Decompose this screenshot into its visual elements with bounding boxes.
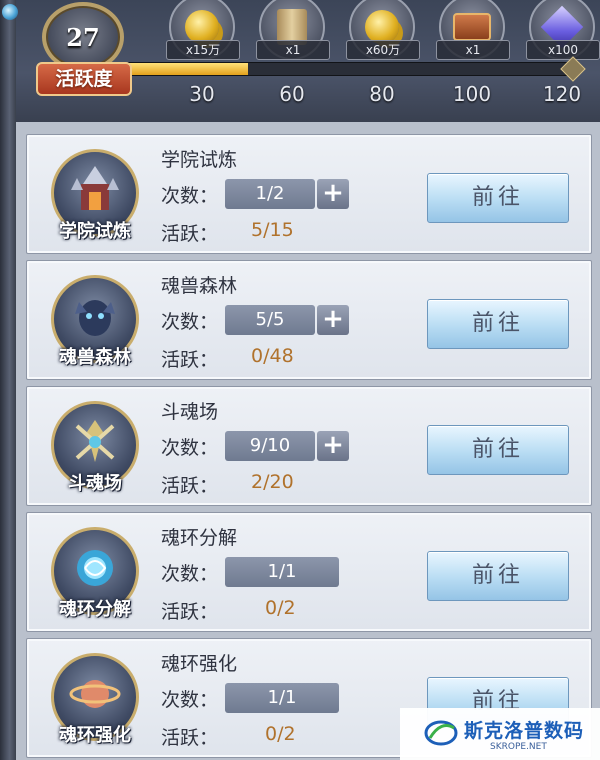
go-button[interactable]: 前往: [427, 425, 569, 475]
activity-value: 5/15: [251, 219, 294, 241]
count-value: 1/2: [225, 179, 315, 209]
add-count-button[interactable]: +: [317, 431, 349, 461]
task-card-soul-beast-forest: 魂兽森林 魂兽森林 次数： 5/5 + 活跃： 0/48 前往: [26, 260, 592, 380]
watermark-title: 斯克洛普数码: [464, 720, 585, 742]
count-label: 次数：: [161, 437, 219, 459]
add-count-button[interactable]: +: [317, 305, 349, 335]
task-title: 斗魂场: [161, 401, 219, 423]
activity-value: 0/2: [265, 597, 296, 619]
corner-orb-icon: [2, 4, 18, 20]
count-label: 次数：: [161, 185, 219, 207]
crossed-swords-icon: [75, 419, 115, 462]
task-card-soul-ring-decompose: 魂环分解 魂环分解 次数： 1/1 活跃： 0/2 前往: [26, 512, 592, 632]
reward-quantity: x15万: [166, 40, 240, 60]
daily-task-list[interactable]: 学院试炼 学院试炼 次数： 1/2 + 活跃： 5/15 前往 魂兽森林 魂兽森…: [16, 122, 600, 760]
ringed-orb-icon: [69, 679, 121, 708]
activity-level-number: 27: [66, 22, 100, 52]
activity-progress-bar: [128, 62, 576, 76]
activity-progress-fill: [129, 63, 248, 75]
site-logo-icon: [424, 720, 458, 746]
task-card-soul-arena: 斗魂场 斗魂场 次数： 9/10 + 活跃： 2/20 前往: [26, 386, 592, 506]
count-value: 9/10: [225, 431, 315, 461]
milestone-label: 100: [452, 82, 492, 106]
task-icon-label: 魂兽森林: [59, 347, 131, 368]
count-label: 次数：: [161, 689, 219, 711]
left-frame-border: [0, 0, 16, 760]
task-title: 学院试炼: [161, 149, 238, 171]
reward-quantity: x100: [526, 40, 600, 60]
activity-value: 0/2: [265, 723, 296, 745]
activity-label: 活跃：: [161, 601, 219, 623]
treasure-chest-icon: [453, 13, 491, 41]
task-icon-label: 学院试炼: [59, 221, 131, 242]
activity-header: 27 活跃度 x15万 30 x1 60 x60万 80 x1 100 x100…: [0, 0, 600, 122]
go-button[interactable]: 前往: [427, 173, 569, 223]
activity-label: 活跃：: [161, 349, 219, 371]
swirl-orb-icon: [77, 549, 113, 586]
watermark-subtitle: SKROPE.NET: [490, 742, 547, 752]
task-card-academy-trial: 学院试炼 学院试炼 次数： 1/2 + 活跃： 5/15 前往: [26, 134, 592, 254]
activity-value: 2/20: [251, 471, 294, 493]
count-value: 1/1: [225, 683, 339, 713]
reward-quantity: x1: [436, 40, 510, 60]
milestone-label: 30: [189, 82, 215, 106]
academy-building-icon: [71, 165, 119, 210]
soul-beast-icon: [75, 299, 115, 336]
go-button[interactable]: 前往: [427, 551, 569, 601]
activity-label: 活跃：: [161, 475, 219, 497]
add-count-button[interactable]: +: [317, 179, 349, 209]
task-icon-label: 魂环强化: [59, 725, 131, 746]
milestone-label: 80: [369, 82, 395, 106]
progress-end-diamond-icon: [560, 56, 586, 82]
milestone-label: 120: [542, 82, 582, 106]
activity-value: 0/48: [251, 345, 294, 367]
task-title: 魂环分解: [161, 527, 238, 549]
reward-quantity: x60万: [346, 40, 420, 60]
task-icon-label: 斗魂场: [68, 473, 122, 494]
gold-coins-icon: [365, 10, 399, 44]
gold-coins-icon: [185, 10, 219, 44]
count-label: 次数：: [161, 563, 219, 585]
reward-quantity: x1: [256, 40, 330, 60]
go-button[interactable]: 前往: [427, 299, 569, 349]
activity-label: 活跃：: [161, 727, 219, 749]
site-watermark: 斯克洛普数码 SKROPE.NET: [400, 708, 600, 760]
count-value: 5/5: [225, 305, 315, 335]
milestone-label: 60: [279, 82, 305, 106]
activity-label: 活跃：: [161, 223, 219, 245]
count-label: 次数：: [161, 311, 219, 333]
task-title: 魂环强化: [161, 653, 238, 675]
task-title: 魂兽森林: [161, 275, 238, 297]
count-value: 1/1: [225, 557, 339, 587]
task-icon-label: 魂环分解: [59, 599, 131, 620]
activity-title-banner: 活跃度: [36, 62, 132, 96]
